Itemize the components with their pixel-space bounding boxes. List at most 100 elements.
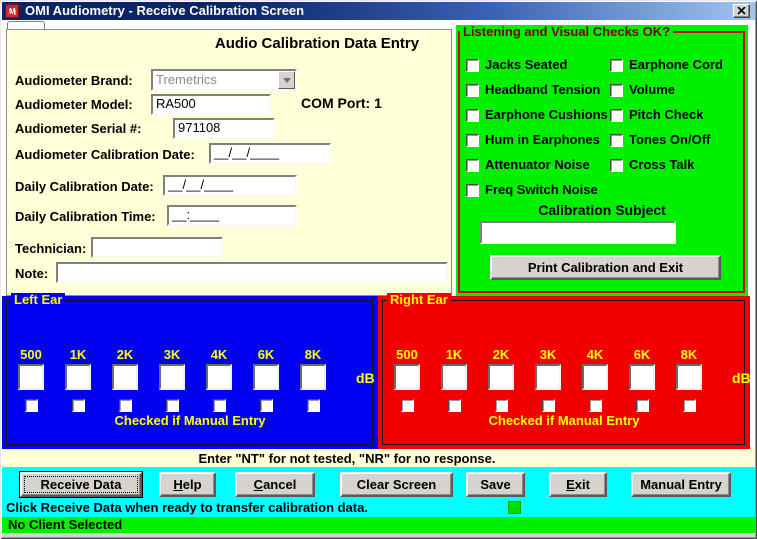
right-ear-db-input-6k[interactable] (629, 364, 655, 390)
technician-label: Technician: (15, 241, 86, 256)
freq-column: 3K (535, 348, 561, 412)
left-ear-db-input-8k[interactable] (300, 364, 326, 390)
right-ear-db-input-1k[interactable] (441, 364, 467, 390)
left-ear-manual-checkbox-500[interactable] (25, 399, 38, 412)
left-ear-manual-checkbox-1k[interactable] (72, 399, 85, 412)
exit-button[interactable]: Exit (549, 472, 607, 497)
checkbox[interactable] (466, 184, 479, 197)
check-item-volume[interactable]: Volume (610, 83, 675, 97)
left-ear-db-input-500[interactable] (18, 364, 44, 390)
audiometer-serial-input[interactable]: 971108 (173, 118, 275, 139)
left-ear-manual-checkbox-6k[interactable] (260, 399, 273, 412)
right-ear-manual-checkbox-4k[interactable] (589, 399, 602, 412)
daily-cal-time-input[interactable]: __:____ (167, 205, 297, 226)
button-label: Receive Data (22, 477, 140, 492)
freq-column: 3K (159, 348, 185, 412)
right-ear-manual-checkbox-500[interactable] (401, 399, 414, 412)
right-ear-manual-checkbox-3k[interactable] (542, 399, 555, 412)
check-item-earphone-cord[interactable]: Earphone Cord (610, 58, 723, 72)
check-label: Earphone Cushions (485, 108, 608, 122)
audiometer-serial-label: Audiometer Serial #: (15, 121, 141, 136)
window-bottom-edge (2, 533, 755, 537)
manual-entry-button[interactable]: Manual Entry (631, 472, 731, 497)
check-label: Volume (629, 83, 675, 97)
dropdown-arrow-button[interactable] (278, 71, 295, 89)
left-ear-db-input-4k[interactable] (206, 364, 232, 390)
freq-label: 3K (164, 348, 181, 362)
left-ear-manual-checkbox-3k[interactable] (166, 399, 179, 412)
audiometer-cal-date-input[interactable]: __/__/____ (209, 143, 331, 164)
right-ear-manual-checkbox-1k[interactable] (448, 399, 461, 412)
status-indicator-square (508, 501, 521, 514)
right-ear-manual-checkbox-8k[interactable] (683, 399, 696, 412)
right-ear-manual-checkbox-2k[interactable] (495, 399, 508, 412)
checkbox[interactable] (610, 109, 623, 122)
checkbox[interactable] (466, 134, 479, 147)
left-ear-manual-checkbox-2k[interactable] (119, 399, 132, 412)
right-ear-db-input-3k[interactable] (535, 364, 561, 390)
daily-cal-date-label: Daily Calibration Date: (15, 179, 154, 194)
checkbox[interactable] (466, 109, 479, 122)
check-item-cross-talk[interactable]: Cross Talk (610, 158, 695, 172)
checkbox[interactable] (466, 59, 479, 72)
left-ear-db-input-6k[interactable] (253, 364, 279, 390)
button-label: Help (161, 477, 214, 492)
right-ear-db-input-2k[interactable] (488, 364, 514, 390)
freq-column: 6K (253, 348, 279, 412)
left-ear-db-input-3k[interactable] (159, 364, 185, 390)
check-label: Tones On/Off (629, 133, 710, 147)
check-item-attenuator-noise[interactable]: Attenuator Noise (466, 158, 590, 172)
receive-data-button[interactable]: Receive Data (20, 472, 142, 497)
check-item-pitch-check[interactable]: Pitch Check (610, 108, 703, 122)
save-button[interactable]: Save (466, 472, 525, 497)
left-ear-panel: Left Ear 500 1K 2K 3K 4K 6K 8K dB Checke… (2, 296, 378, 449)
checkbox[interactable] (610, 134, 623, 147)
check-item-tones-on-off[interactable]: Tones On/Off (610, 133, 710, 147)
audiometer-cal-date-label: Audiometer Calibration Date: (15, 147, 195, 162)
audiometer-model-input[interactable]: RA500 (151, 94, 271, 115)
note-input[interactable] (56, 262, 448, 283)
left-ear-title: Left Ear (11, 293, 65, 307)
clear-screen-button[interactable]: Clear Screen (340, 472, 453, 497)
checkbox[interactable] (610, 59, 623, 72)
check-item-hum-in-earphones[interactable]: Hum in Earphones (466, 133, 600, 147)
right-ear-db-input-4k[interactable] (582, 364, 608, 390)
daily-cal-time-label: Daily Calibration Time: (15, 209, 156, 224)
left-ear-db-input-1k[interactable] (65, 364, 91, 390)
check-item-headband-tension[interactable]: Headband Tension (466, 83, 600, 97)
form-title: Audio Calibration Data Entry (215, 35, 419, 53)
check-label: Earphone Cord (629, 58, 723, 72)
check-item-jacks-seated[interactable]: Jacks Seated (466, 58, 567, 72)
checkbox[interactable] (466, 159, 479, 172)
cancel-button[interactable]: Cancel (235, 472, 315, 497)
checkbox[interactable] (610, 159, 623, 172)
print-calibration-exit-button[interactable]: Print Calibration and Exit (490, 255, 721, 280)
audiometer-brand-select[interactable]: Tremetrics (151, 69, 297, 91)
right-ear-db-input-500[interactable] (394, 364, 420, 390)
technician-input[interactable] (91, 237, 223, 258)
titlebar: O M I OMI Audiometry - Receive Calibrati… (2, 2, 755, 20)
checkbox[interactable] (610, 84, 623, 97)
left-ear-db-input-2k[interactable] (112, 364, 138, 390)
right-ear-db-input-8k[interactable] (676, 364, 702, 390)
instruction-text: Click Receive Data when ready to transfe… (6, 500, 368, 515)
listening-checks-panel: Listening and Visual Checks OK? Jacks Se… (456, 25, 748, 296)
checkbox[interactable] (466, 84, 479, 97)
calibration-form-panel: Audio Calibration Data Entry Audiometer … (6, 29, 452, 296)
right-ear-db-unit-label: dB (732, 370, 751, 386)
left-ear-manual-checkbox-4k[interactable] (213, 399, 226, 412)
left-ear-manual-checkbox-8k[interactable] (307, 399, 320, 412)
left-ear-manual-entry-label: Checked if Manual Entry (2, 413, 378, 428)
daily-cal-date-input[interactable]: __/__/____ (163, 175, 297, 196)
close-button[interactable] (733, 4, 750, 18)
calibration-subject-input[interactable] (480, 221, 676, 244)
left-ear-freq-row: 500 1K 2K 3K 4K 6K 8K dB (2, 348, 375, 412)
freq-column: 6K (629, 348, 655, 412)
freq-label: 8K (681, 348, 698, 362)
help-button[interactable]: Help (159, 472, 216, 497)
check-item-freq-switch-noise[interactable]: Freq Switch Noise (466, 183, 598, 197)
check-item-earphone-cushions[interactable]: Earphone Cushions (466, 108, 608, 122)
freq-column: 1K (65, 348, 91, 412)
right-ear-manual-checkbox-6k[interactable] (636, 399, 649, 412)
freq-column: 4K (582, 348, 608, 412)
